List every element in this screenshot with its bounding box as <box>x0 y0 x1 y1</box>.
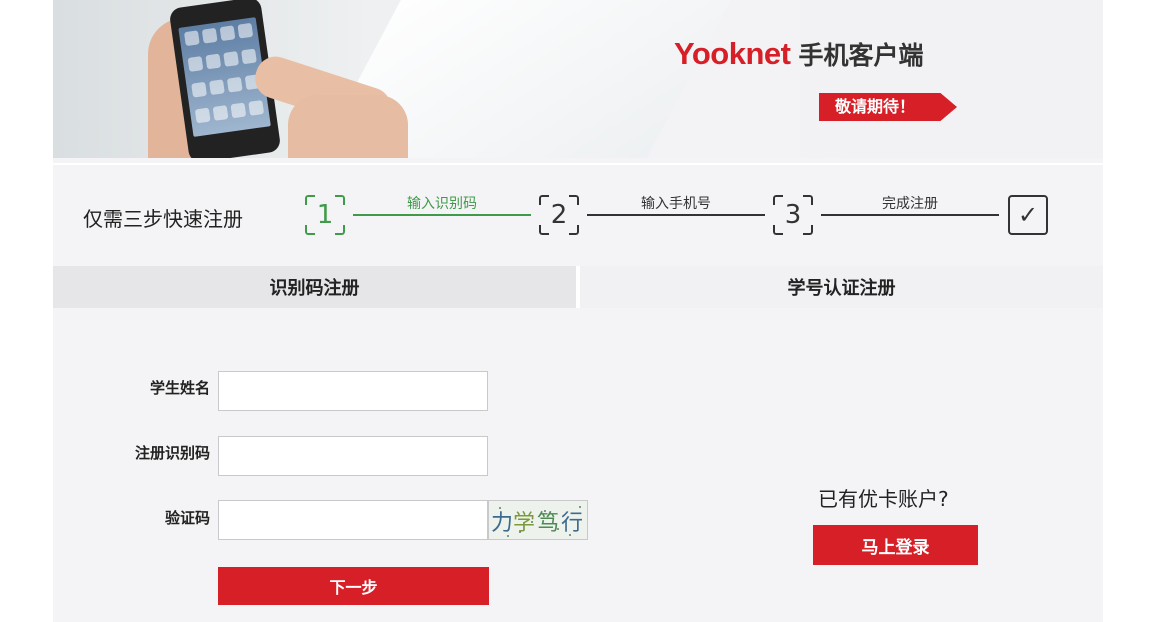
steps-title: 仅需三步快速注册 <box>83 207 243 231</box>
captcha-image[interactable]: 力 学 笃 行 <box>488 500 588 540</box>
captcha-char: 笃 <box>537 511 560 536</box>
next-step-button[interactable]: 下一步 <box>218 567 489 605</box>
step-3-number: 3 <box>773 195 813 235</box>
registration-tabs: 识别码注册 学号认证注册 <box>53 266 1103 308</box>
coming-soon-badge: 敬请期待！ <box>819 93 957 121</box>
brand-logo: Yooknet <box>674 36 791 71</box>
step-2-number: 2 <box>539 195 579 235</box>
existing-account-prompt: 已有优卡账户? <box>818 487 949 511</box>
step-3-line <box>821 214 999 216</box>
registration-page: Yooknet 手机客户端 敬请期待！ 仅需三步快速注册 1 输入识别码 2 输… <box>53 0 1103 622</box>
step-2-line <box>587 214 765 216</box>
registration-steps: 仅需三步快速注册 1 输入识别码 2 输入手机号 3 完成注册 ✓ <box>53 163 1103 263</box>
tab-student-id-registration[interactable]: 学号认证注册 <box>580 266 1103 308</box>
student-name-label: 学生姓名 <box>149 379 210 397</box>
reg-code-label: 注册识别码 <box>134 444 210 462</box>
step-1-number: 1 <box>305 195 345 235</box>
step-1-label: 输入识别码 <box>407 196 477 212</box>
step-3-label: 完成注册 <box>882 196 938 212</box>
tab-code-registration[interactable]: 识别码注册 <box>53 266 576 308</box>
registration-form: 学生姓名 注册识别码 验证码 力 学 笃 行 下一步 已有优卡账户? 马上登录 <box>53 310 1103 622</box>
step-2-label: 输入手机号 <box>641 196 711 212</box>
step-1-line <box>353 214 531 216</box>
step-complete-check-icon: ✓ <box>1008 195 1048 235</box>
captcha-input[interactable] <box>218 500 488 540</box>
reg-code-input[interactable] <box>218 436 488 476</box>
promo-banner: Yooknet 手机客户端 敬请期待！ <box>53 0 1103 158</box>
brand-subtitle: 手机客户端 <box>798 41 924 70</box>
banner-palm-graphic <box>288 95 408 158</box>
student-name-input[interactable] <box>218 371 488 411</box>
captcha-char: 力 <box>491 511 514 536</box>
captcha-char: 行 <box>561 511 584 536</box>
login-button[interactable]: 马上登录 <box>813 525 978 565</box>
captcha-label: 验证码 <box>164 509 210 527</box>
brand-heading: Yooknet 手机客户端 <box>674 36 924 72</box>
